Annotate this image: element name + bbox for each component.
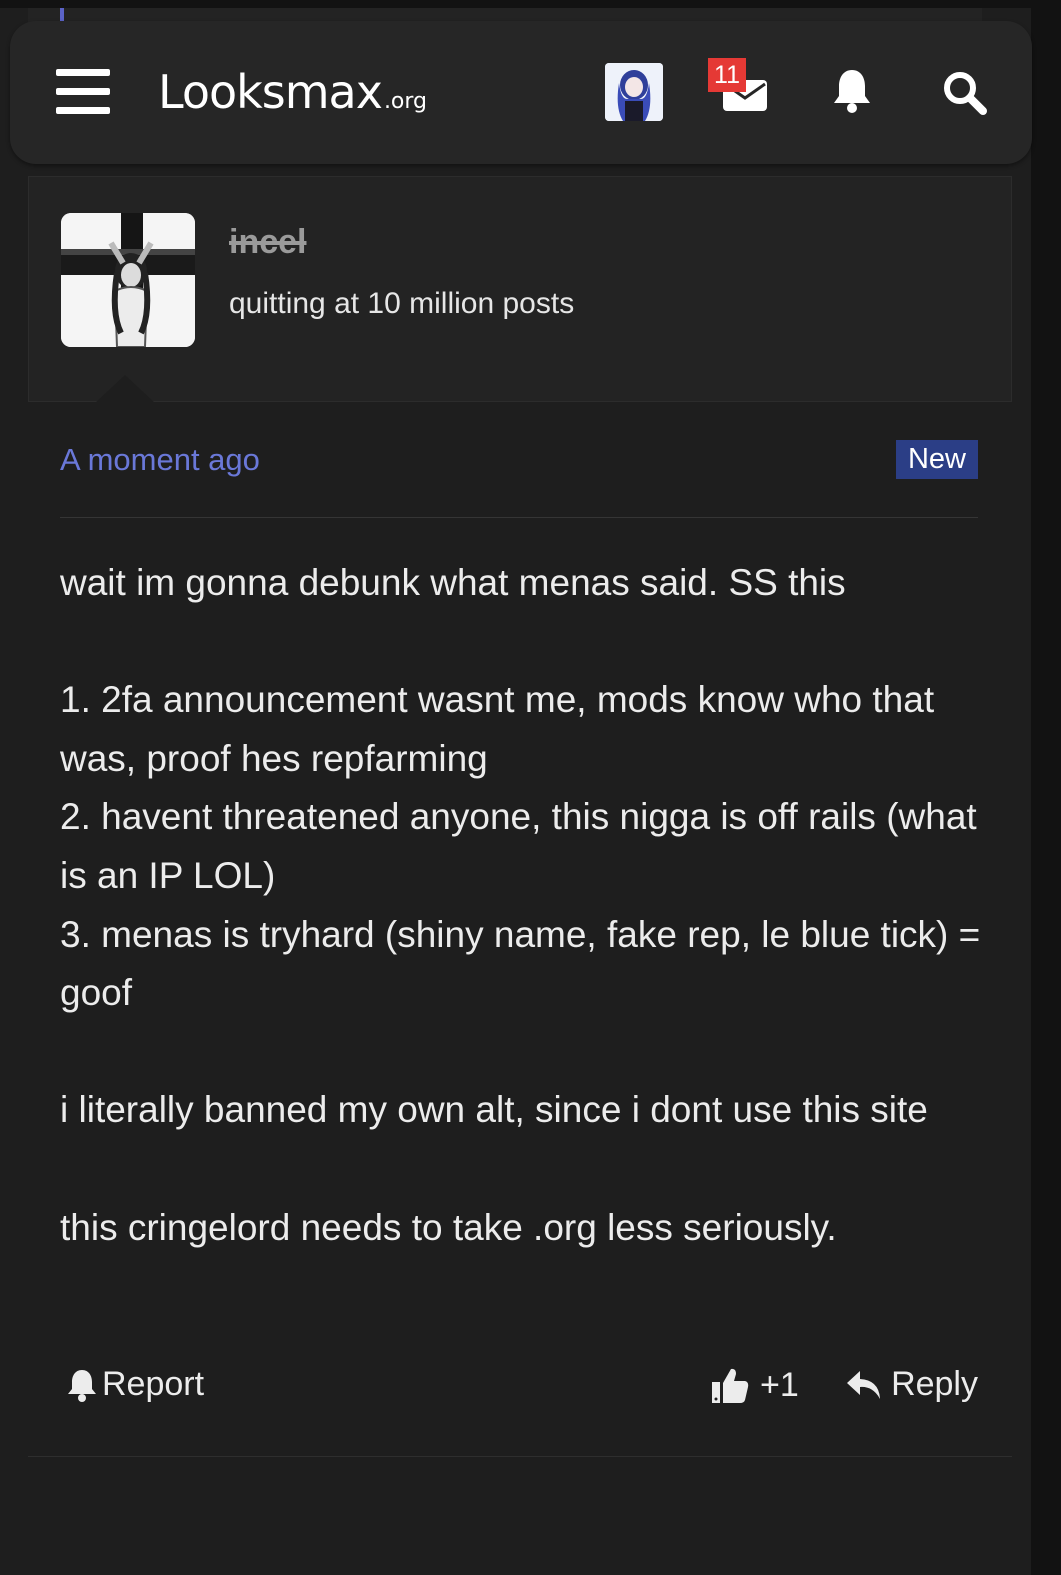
user-avatar[interactable] [61, 213, 195, 347]
right-scroll-gutter [1031, 0, 1061, 1575]
top-navbar: Looksmax.org 11 [10, 21, 1032, 164]
search-icon[interactable] [941, 69, 987, 115]
mail-badge: 11 [708, 58, 746, 92]
post-paragraph-spacer [60, 1140, 985, 1199]
logo-suffix: .org [383, 89, 428, 114]
post-actions: Report +1 Reply [60, 1361, 978, 1411]
post-username[interactable]: incel [229, 223, 306, 262]
post-bottom-divider [28, 1456, 1012, 1457]
report-label: Report [102, 1365, 205, 1403]
reply-label: Reply [891, 1365, 978, 1403]
new-badge: New [895, 440, 978, 479]
page: Looksmax.org 11 incel quitting at 10 mil… [0, 0, 1061, 1575]
post-body: wait im gonna debunk what menas said. SS… [60, 554, 985, 1257]
post-paragraph: i literally banned my own alt, since i d… [60, 1089, 928, 1131]
reply-button[interactable]: Reply [845, 1365, 978, 1404]
user-title: quitting at 10 million posts [229, 287, 575, 320]
post-paragraph: 1. 2fa announcement wasnt me, mods know … [60, 679, 981, 1014]
like-button[interactable]: +1 [710, 1365, 799, 1405]
post-meta: A moment ago New [60, 438, 978, 482]
site-logo[interactable]: Looksmax.org [158, 65, 427, 119]
post: incel quitting at 10 million posts A mom… [28, 176, 1012, 1460]
like-count: +1 [760, 1365, 799, 1404]
post-paragraph: wait im gonna debunk what menas said. SS… [60, 562, 846, 603]
bell-icon[interactable] [831, 68, 873, 114]
quote-accent-line [60, 8, 64, 22]
reply-icon [847, 1370, 881, 1399]
post-user-block: incel quitting at 10 million posts [28, 176, 1012, 403]
post-paragraph: this cringelord needs to take .org less … [60, 1206, 837, 1248]
menu-icon[interactable] [56, 69, 110, 117]
meta-divider [60, 517, 978, 518]
top-strip [0, 0, 1061, 8]
post-paragraph-spacer [60, 1023, 985, 1082]
post-timestamp[interactable]: A moment ago [60, 442, 260, 478]
thumbs-up-icon [712, 1368, 749, 1403]
bell-icon [68, 1369, 96, 1402]
avatar[interactable] [605, 63, 663, 121]
post-paragraph-spacer [60, 613, 985, 672]
report-button[interactable]: Report [66, 1365, 204, 1404]
logo-main: Looksmax [158, 65, 383, 119]
user-block-pointer [95, 375, 155, 403]
